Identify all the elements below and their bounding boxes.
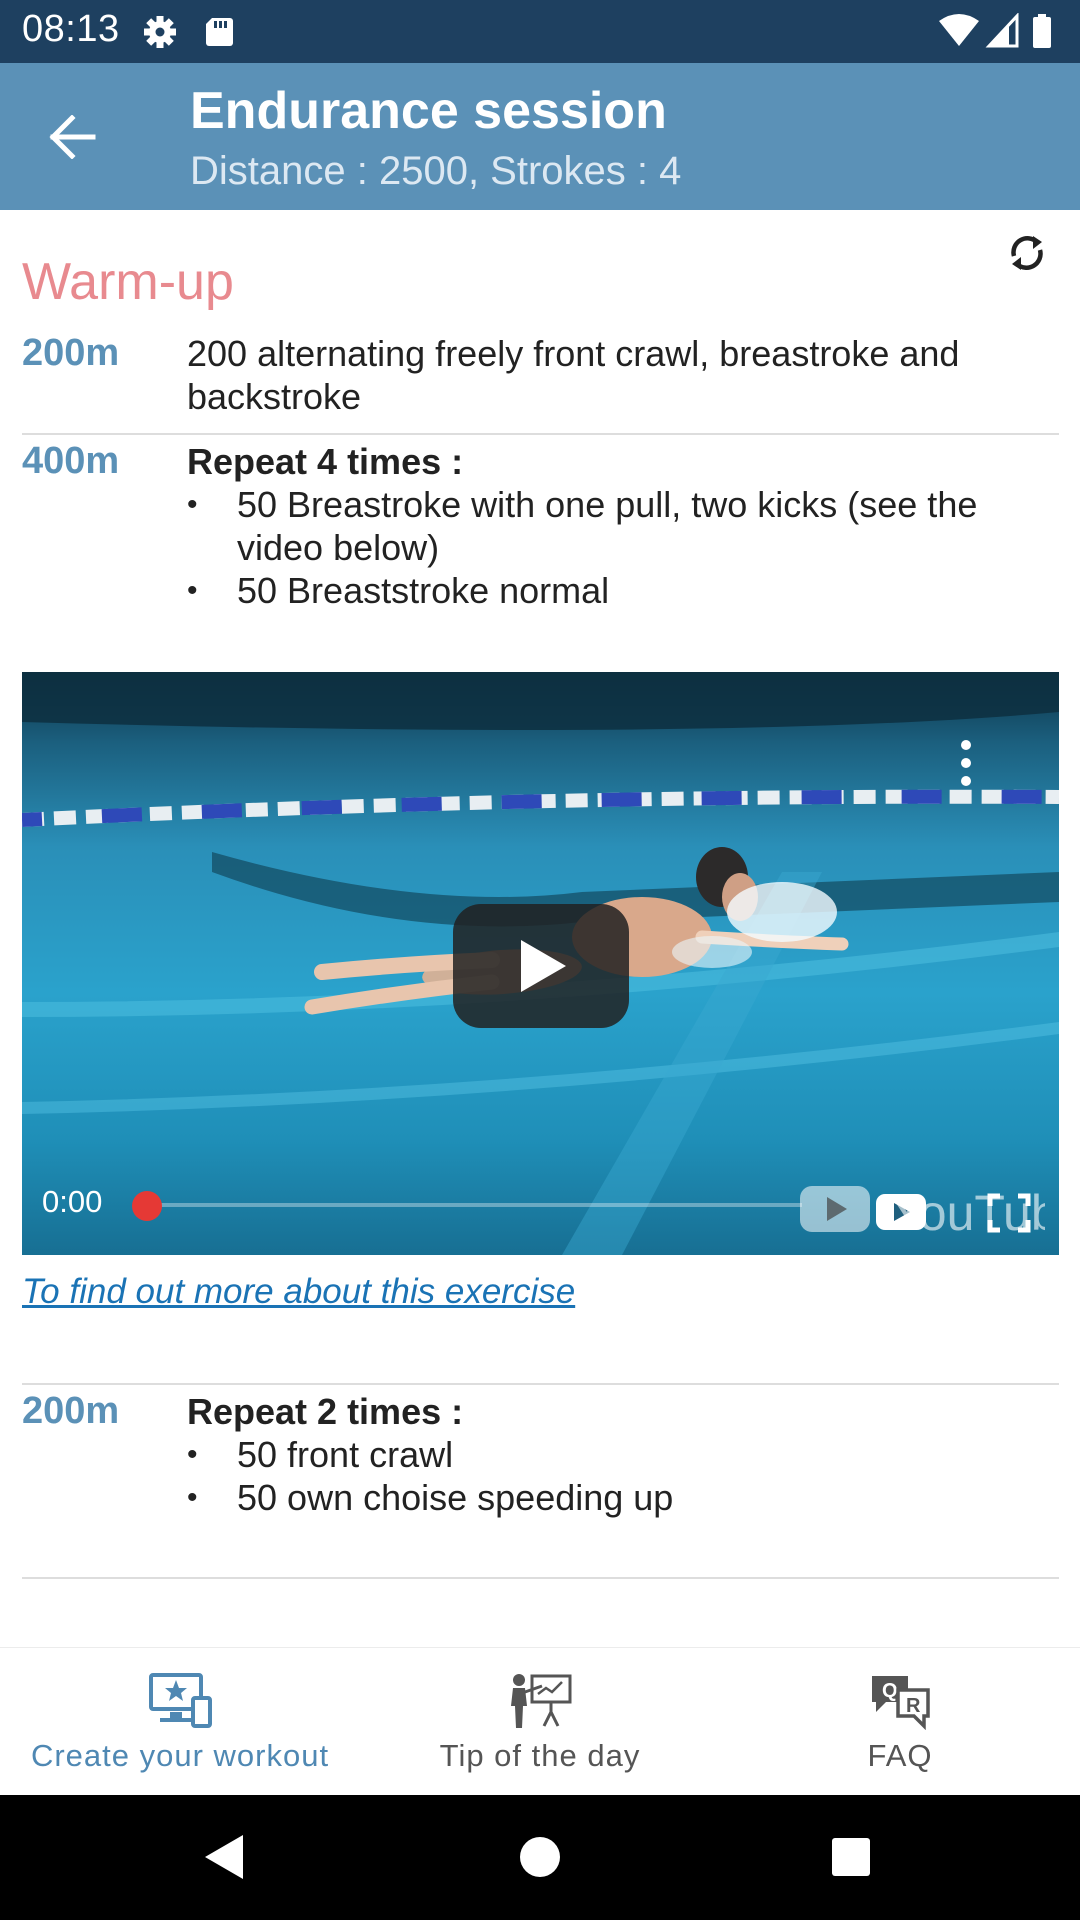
nav-create-workout[interactable]: Create your workout: [0, 1648, 360, 1796]
more-info-link[interactable]: To find out more about this exercise: [22, 1272, 575, 1312]
gear-icon: [144, 16, 176, 48]
video-progress-track[interactable]: [146, 1203, 802, 1207]
recents-icon[interactable]: [832, 1838, 870, 1876]
exercise-text: 200 alternating freely front crawl, brea…: [187, 333, 960, 417]
page-title: Endurance session: [190, 82, 667, 140]
youtube-logo[interactable]: YouTube: [800, 1172, 1045, 1242]
nav-label: FAQ: [867, 1738, 933, 1773]
bottom-navigation: Create your workout Tip of the day Q R F…: [0, 1647, 1080, 1795]
page-subtitle: Distance : 2500, Strokes : 4: [190, 149, 682, 193]
svg-text:Q: Q: [882, 1680, 898, 1702]
svg-text:R: R: [906, 1695, 921, 1717]
bullet-item: 50 front crawl: [187, 1433, 1047, 1476]
divider: [22, 1577, 1059, 1579]
bullet-item: 50 Breastroke with one pull, two kicks (…: [187, 483, 1047, 569]
home-icon[interactable]: [520, 1837, 560, 1877]
status-time: 08:13: [22, 8, 120, 50]
sd-card-icon: [206, 18, 233, 46]
divider: [22, 1383, 1059, 1385]
nav-label: Create your workout: [30, 1738, 330, 1773]
youtube-wordmark: YouTube: [890, 1185, 1045, 1241]
workout-screen-icon: [149, 1673, 212, 1728]
battery-icon: [1033, 14, 1051, 48]
bullet-item: 50 own choise speeding up: [187, 1476, 1047, 1519]
play-icon: [521, 940, 566, 992]
exercise-block: Repeat 2 times : 50 front crawl 50 own c…: [187, 1390, 1047, 1519]
wifi-icon: [939, 14, 979, 46]
arrow-back-icon: [49, 115, 96, 159]
bullet-item: 50 Breaststroke normal: [187, 569, 1047, 612]
video-time: 0:00: [42, 1184, 103, 1219]
video-player[interactable]: 0:00 YouTube: [22, 672, 1059, 1255]
divider: [22, 433, 1059, 435]
exercise-bullets: 50 front crawl 50 own choise speeding up: [187, 1433, 1047, 1519]
nav-label: Tip of the day: [439, 1738, 641, 1773]
refresh-icon[interactable]: [1002, 228, 1052, 278]
video-scrubber[interactable]: [132, 1191, 162, 1221]
system-navigation-bar: [0, 1795, 1080, 1920]
nav-tip-of-the-day[interactable]: Tip of the day: [360, 1648, 720, 1796]
distance-label: 400m: [22, 440, 120, 482]
section-title: Warm-up: [22, 253, 234, 311]
play-button[interactable]: [453, 904, 629, 1028]
repeat-heading: Repeat 2 times :: [187, 1391, 464, 1432]
distance-label: 200m: [22, 1390, 120, 1432]
workout-content[interactable]: Warm-up 200m 200 alternating freely fron…: [0, 210, 1080, 1647]
more-vert-icon[interactable]: [957, 738, 975, 788]
signal-icon: [985, 13, 1019, 48]
app-bar: Endurance session Distance : 2500, Strok…: [0, 63, 1080, 210]
back-button[interactable]: [40, 105, 104, 169]
status-bar: 08:13: [0, 0, 1080, 63]
back-icon[interactable]: [205, 1835, 243, 1879]
distance-label: 200m: [22, 332, 120, 374]
repeat-heading: Repeat 4 times :: [187, 441, 464, 482]
exercise-bullets: 50 Breastroke with one pull, two kicks (…: [187, 483, 1047, 612]
presentation-icon: [511, 1674, 572, 1728]
exercise-block: Repeat 4 times : 50 Breastroke with one …: [187, 440, 1047, 612]
faq-chat-icon: Q R: [872, 1676, 930, 1730]
nav-faq[interactable]: Q R FAQ: [720, 1648, 1080, 1796]
